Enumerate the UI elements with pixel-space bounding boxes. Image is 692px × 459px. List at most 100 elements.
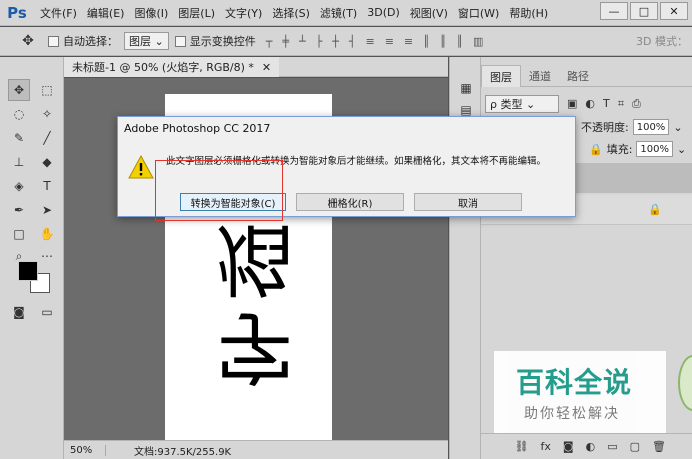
dialog-title: Adobe Photoshop CC 2017 [124,122,271,135]
cancel-button[interactable]: 取消 [414,193,522,211]
dialog-message: 此文字图层必须栅格化或转换为智能对象后才能继续。如果栅格化，其文本将不再能编辑。 [166,156,547,167]
chevron-down-icon[interactable]: ⌄ [673,121,682,134]
move-tool-icon[interactable]: ✥ [14,33,42,49]
close-button[interactable]: ✕ [660,2,688,20]
canvas-char-2: 字 [215,301,294,391]
tab-paths[interactable]: 路径 [559,65,597,87]
auto-select-value: 图层 [129,35,151,48]
stamp-icon[interactable]: ⊥ [8,151,30,173]
options-bar: ✥ 自动选择： 图层 ⌄ 显示变换控件 ┬ ╪ ┴ ├ ┼ ┤ ≡ ≡ ≡ ║ … [0,27,692,56]
filter-shape-icon[interactable]: ⌗ [618,97,624,111]
mask-icon[interactable]: ◙ [563,440,574,453]
menu-view[interactable]: 视图(V) [410,5,448,21]
show-transform-checkbox[interactable] [174,35,186,47]
bucket-icon[interactable]: ◈ [8,175,30,197]
opacity-label: 不透明度: [581,121,629,134]
quick-mask-icon[interactable]: ◙ [8,301,30,323]
warning-icon [128,155,154,179]
close-tab-icon[interactable]: ✕ [262,61,271,74]
opacity-input[interactable]: 100% [632,119,670,135]
screen-mode-icon[interactable]: ▭ [36,301,58,323]
auto-select-dropdown[interactable]: 图层 ⌄ [124,32,169,50]
filter-smart-icon[interactable]: ⎙ [632,97,641,111]
menu-select[interactable]: 选择(S) [272,5,310,21]
filter-pixel-icon[interactable]: ▣ [567,97,577,111]
align-middle-icon[interactable]: ╪ [282,35,289,48]
opacity-row: 不透明度: 100% ⌄ [581,119,683,135]
document-tab[interactable]: 未标题-1 @ 50% (火焰字, RGB/8) * ✕ [64,57,280,77]
3d-mode-label: 3D 模式： [636,35,688,48]
menu-edit[interactable]: 编辑(E) [87,5,125,21]
align-right-icon[interactable]: ┤ [349,35,356,48]
align-bottom-icon[interactable]: ┴ [299,35,306,48]
menu-help[interactable]: 帮助(H) [509,5,548,21]
link-icon[interactable]: ⛓ [515,440,529,453]
trash-icon[interactable]: 🗑 [652,440,666,453]
auto-select-label: 自动选择： [63,35,118,48]
distribute-right-icon[interactable]: ║ [456,35,463,48]
more-tools-icon[interactable]: ⋯ [36,245,58,267]
chevron-down-icon[interactable]: ⌄ [677,143,686,156]
auto-align-icon[interactable]: ▥ [473,35,483,48]
align-left-icon[interactable]: ├ [316,35,323,48]
path-select-icon[interactable]: ➤ [36,199,58,221]
menu-bar: Ps 文件(F) 编辑(E) 图像(I) 图层(L) 文字(Y) 选择(S) 滤… [0,0,692,26]
tab-layers[interactable]: 图层 [481,65,521,87]
menu-layer[interactable]: 图层(L) [178,5,215,21]
hand-icon[interactable]: ✋ [36,223,58,245]
distribute-top-icon[interactable]: ≡ [365,35,374,48]
distribute-left-icon[interactable]: ║ [423,35,430,48]
distribute-center-icon[interactable]: ║ [440,35,447,48]
fx-icon[interactable]: fx [541,440,551,453]
history-icon[interactable]: ▦ [457,79,475,97]
restore-button[interactable]: □ [630,2,658,20]
watermark-title: 百科全说 [516,366,633,399]
lock-all-icon[interactable]: 🔒 [589,143,603,156]
adjustment-icon[interactable]: ◐ [586,440,596,453]
menu-type[interactable]: 文字(Y) [225,5,262,21]
rasterize-button[interactable]: 栅格化(R) [296,193,404,211]
brush-icon[interactable]: ╱ [36,127,58,149]
magic-wand-icon[interactable]: ✧ [36,103,58,125]
distribute-bottom-icon[interactable]: ≡ [404,35,413,48]
tab-channels[interactable]: 通道 [521,65,559,87]
show-transform-label: 显示变换控件 [189,35,256,48]
menu-filter[interactable]: 滤镜(T) [320,5,357,21]
eyedropper-icon[interactable]: ✎ [8,127,30,149]
auto-select-checkbox[interactable] [48,35,59,47]
rasterize-dialog: Adobe Photoshop CC 2017 此文字图层必须栅格化或转换为智能… [117,116,576,217]
fill-input[interactable]: 100% [636,141,674,157]
status-bar: 50% 文档:937.5K/255.9K [64,440,448,459]
eraser-icon[interactable]: ◆ [36,151,58,173]
distribute-middle-icon[interactable]: ≡ [385,35,394,48]
chevron-down-icon: ⌄ [522,97,536,111]
kind-filter-label: ρ 类型 [490,98,523,111]
menu-file[interactable]: 文件(F) [40,5,77,21]
move-icon[interactable]: ✥ [8,79,30,101]
menu-image[interactable]: 图像(I) [134,5,168,21]
align-icons: ┬ ╪ ┴ ├ ┼ ┤ ≡ ≡ ≡ ║ ║ ║ ▥ [266,35,484,48]
menu-window[interactable]: 窗口(W) [458,5,499,21]
pen-icon[interactable]: ✒ [8,199,30,221]
new-layer-icon[interactable]: ▢ [630,440,640,453]
zoom-level[interactable]: 50% [70,444,106,456]
doc-info[interactable]: 文档:937.5K/255.9K [134,443,231,458]
rectangle-icon[interactable]: □ [8,223,30,245]
lock-icon: 🔒 [648,203,662,216]
minimize-button[interactable]: — [600,2,628,20]
menu-3d[interactable]: 3D(D) [367,6,400,19]
lasso-icon[interactable]: ◌ [8,103,30,125]
tools-panel: ✥ ⬚ ◌ ✧ ✎ ╱ ⊥ ◆ ◈ T ✒ ➤ □ ✋ ⌕ ⋯ ◙ ▭ [0,57,64,459]
filter-type-icon[interactable]: T [603,97,610,111]
type-icon[interactable]: T [36,175,58,197]
convert-smart-object-button[interactable]: 转换为智能对象(C) [180,193,286,211]
filter-adjust-icon[interactable]: ◐ [585,97,595,111]
align-top-icon[interactable]: ┬ [266,35,273,48]
foreground-color-swatch[interactable] [18,261,38,281]
panel-tabs: 图层 通道 路径 [481,65,692,87]
marquee-icon[interactable]: ⬚ [36,79,58,101]
layer-kind-filter[interactable]: ρ 类型 ⌄ [485,95,559,113]
align-center-icon[interactable]: ┼ [332,35,339,48]
layers-panel-footer: ⛓ fx ◙ ◐ ▭ ▢ 🗑 [481,433,692,459]
folder-icon[interactable]: ▭ [607,440,617,453]
